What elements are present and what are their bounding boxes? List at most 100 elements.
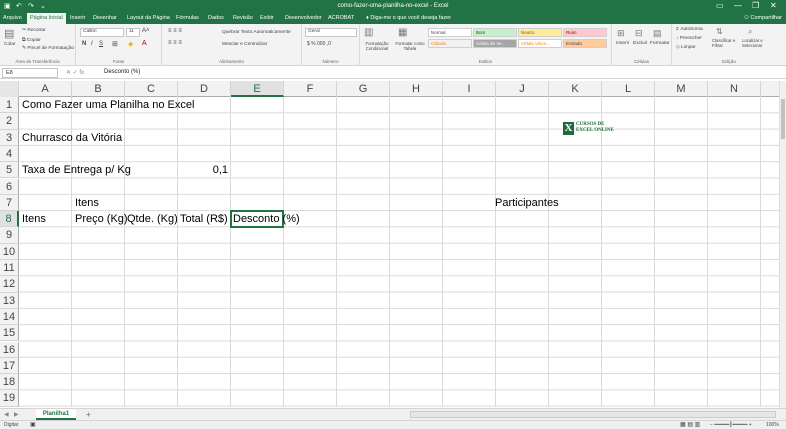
- col-header-b[interactable]: B: [72, 81, 125, 97]
- cell-a3[interactable]: Churrasco da Vitória: [22, 130, 122, 146]
- col-header-j[interactable]: J: [496, 81, 549, 97]
- row-header-15[interactable]: 15: [0, 325, 19, 342]
- row-header-17[interactable]: 17: [0, 357, 19, 375]
- tab-formulas[interactable]: Fórmulas: [176, 15, 199, 21]
- row-header-6[interactable]: 6: [0, 178, 19, 195]
- tell-me-search[interactable]: ♦ Diga-me o que você deseja fazer: [366, 15, 451, 21]
- cell-grid[interactable]: Como Fazer uma Planilha no Excel Churras…: [19, 97, 779, 407]
- align-top-icon[interactable]: ≡ ≡ ≡: [168, 28, 182, 34]
- row-header-14[interactable]: 14: [0, 308, 19, 326]
- conditional-format-button[interactable]: Formatação Condicional: [362, 41, 392, 51]
- cell-d5[interactable]: 0,1: [178, 162, 230, 178]
- col-header-d[interactable]: D: [178, 81, 231, 97]
- cut-button[interactable]: ✂ Recortar: [22, 28, 46, 33]
- find-select-button[interactable]: Localizar e Selecionar: [742, 38, 782, 48]
- minimize-button[interactable]: —: [734, 1, 742, 10]
- font-name-select[interactable]: Calibri: [80, 28, 124, 37]
- horizontal-scrollbar[interactable]: [410, 411, 776, 418]
- row-header-1[interactable]: 1: [0, 97, 19, 114]
- row-header-2[interactable]: 2: [0, 113, 19, 130]
- cell-j7[interactable]: Participantes: [495, 195, 559, 211]
- cell-a5[interactable]: Taxa de Entrega p/ Kg: [22, 162, 131, 178]
- style-entrada[interactable]: Entrada: [563, 39, 607, 48]
- col-header-f[interactable]: F: [284, 81, 337, 97]
- copy-button[interactable]: ⧉ Copiar: [22, 37, 41, 43]
- italic-button[interactable]: I: [91, 41, 93, 47]
- tab-exibir[interactable]: Exibir: [260, 15, 274, 21]
- format-cells-button[interactable]: Formatar: [650, 41, 669, 46]
- select-all-corner[interactable]: [0, 81, 19, 97]
- col-header-h[interactable]: H: [390, 81, 443, 97]
- name-box[interactable]: E8: [2, 68, 58, 78]
- merge-center-button[interactable]: Mesclar e Centralizar: [222, 42, 267, 47]
- clear-button[interactable]: ◇ Limpar: [676, 45, 696, 50]
- row-header-16[interactable]: 16: [0, 341, 19, 358]
- fill-color-icon[interactable]: ◈: [128, 40, 133, 48]
- style-celula-vinc[interactable]: Célula Vinco...: [518, 39, 562, 48]
- col-header-m[interactable]: M: [655, 81, 708, 97]
- style-normal[interactable]: Normal: [428, 28, 472, 37]
- tab-pagina-inicial[interactable]: Página Inicial: [27, 13, 66, 24]
- tab-acrobat[interactable]: ACROBAT: [328, 15, 354, 21]
- row-header-7[interactable]: 7: [0, 194, 19, 212]
- cell-e8[interactable]: Desconto (%): [233, 211, 300, 227]
- sort-filter-button[interactable]: Classificar e Filtrar: [712, 38, 740, 48]
- tab-arquivo[interactable]: Arquivo: [3, 15, 22, 21]
- tab-desenhar[interactable]: Desenhar: [93, 15, 117, 21]
- font-color-icon[interactable]: A: [142, 40, 147, 47]
- formula-input[interactable]: Desconto (%): [104, 69, 140, 75]
- col-header-i[interactable]: I: [443, 81, 496, 97]
- delete-cells-button[interactable]: Excluir: [633, 41, 647, 46]
- sheet-tab-planilha1[interactable]: Planilha1: [36, 409, 76, 420]
- tab-revisao[interactable]: Revisão: [233, 15, 253, 21]
- grow-font-icon[interactable]: A˄: [142, 28, 150, 34]
- fill-button[interactable]: ↓ Preencher: [676, 36, 702, 41]
- insert-cells-button[interactable]: Inserir: [616, 41, 629, 46]
- col-header-a[interactable]: A: [19, 81, 72, 97]
- style-neutro[interactable]: Neutro: [518, 28, 562, 37]
- col-header-l[interactable]: L: [602, 81, 655, 97]
- cell-d8[interactable]: Total (R$): [180, 211, 228, 227]
- share-button[interactable]: ⚇ Compartilhar: [744, 15, 782, 21]
- cell-c8[interactable]: Qtde. (Kg): [127, 211, 178, 227]
- ribbon-display-icon[interactable]: ▭: [716, 1, 724, 10]
- row-header-9[interactable]: 9: [0, 227, 19, 244]
- col-header-g[interactable]: G: [337, 81, 390, 97]
- tab-inserir[interactable]: Inserir: [70, 15, 85, 21]
- fx-icon[interactable]: ✕ ✓ fx: [66, 69, 84, 76]
- style-bom[interactable]: Bom: [473, 28, 517, 37]
- underline-button[interactable]: S: [99, 41, 103, 47]
- row-header-12[interactable]: 12: [0, 276, 19, 293]
- format-table-button[interactable]: Formatar como Tabela: [394, 41, 426, 51]
- font-size-select[interactable]: 11: [126, 28, 140, 37]
- row-header-5[interactable]: 5: [0, 162, 19, 179]
- cell-a1[interactable]: Como Fazer uma Planilha no Excel: [22, 97, 194, 113]
- scroll-thumb[interactable]: [781, 99, 785, 139]
- col-header-e[interactable]: E: [231, 81, 284, 97]
- col-header-c[interactable]: C: [125, 81, 178, 97]
- cursos-excel-logo[interactable]: X CURSOS DE EXCEL ONLINE: [563, 122, 614, 136]
- row-header-19[interactable]: 19: [0, 390, 19, 407]
- style-celula-verif[interactable]: Célula de Ve...: [473, 39, 517, 48]
- paste-button[interactable]: Colar: [4, 42, 15, 47]
- next-sheet-icon[interactable]: ▶: [14, 411, 19, 418]
- vertical-scrollbar[interactable]: [779, 81, 786, 408]
- currency-icon[interactable]: $ % 000 ,0: [307, 41, 331, 47]
- prev-sheet-icon[interactable]: ◀: [4, 411, 9, 418]
- col-header-k[interactable]: K: [549, 81, 602, 97]
- add-sheet-button[interactable]: +: [86, 410, 91, 419]
- zoom-slider[interactable]: − ━━━━━┃━━━━━ +: [710, 422, 752, 428]
- row-header-13[interactable]: 13: [0, 292, 19, 309]
- align-left-icon[interactable]: ≡ ≡ ≡: [168, 40, 182, 46]
- view-normal-icon[interactable]: ▦ ▤ ▥: [680, 421, 700, 428]
- cell-a8[interactable]: Itens: [22, 211, 46, 227]
- zoom-level[interactable]: 100%: [766, 422, 779, 428]
- row-header-3[interactable]: 3: [0, 129, 19, 146]
- row-header-11[interactable]: 11: [0, 260, 19, 277]
- tab-dados[interactable]: Dados: [208, 15, 224, 21]
- col-header-n[interactable]: N: [708, 81, 761, 97]
- row-header-18[interactable]: 18: [0, 374, 19, 391]
- tab-layout[interactable]: Layout da Página: [127, 15, 170, 21]
- cell-b8[interactable]: Preço (Kg): [75, 211, 128, 227]
- wrap-text-button[interactable]: Quebrar Texto Automaticamente: [222, 30, 291, 35]
